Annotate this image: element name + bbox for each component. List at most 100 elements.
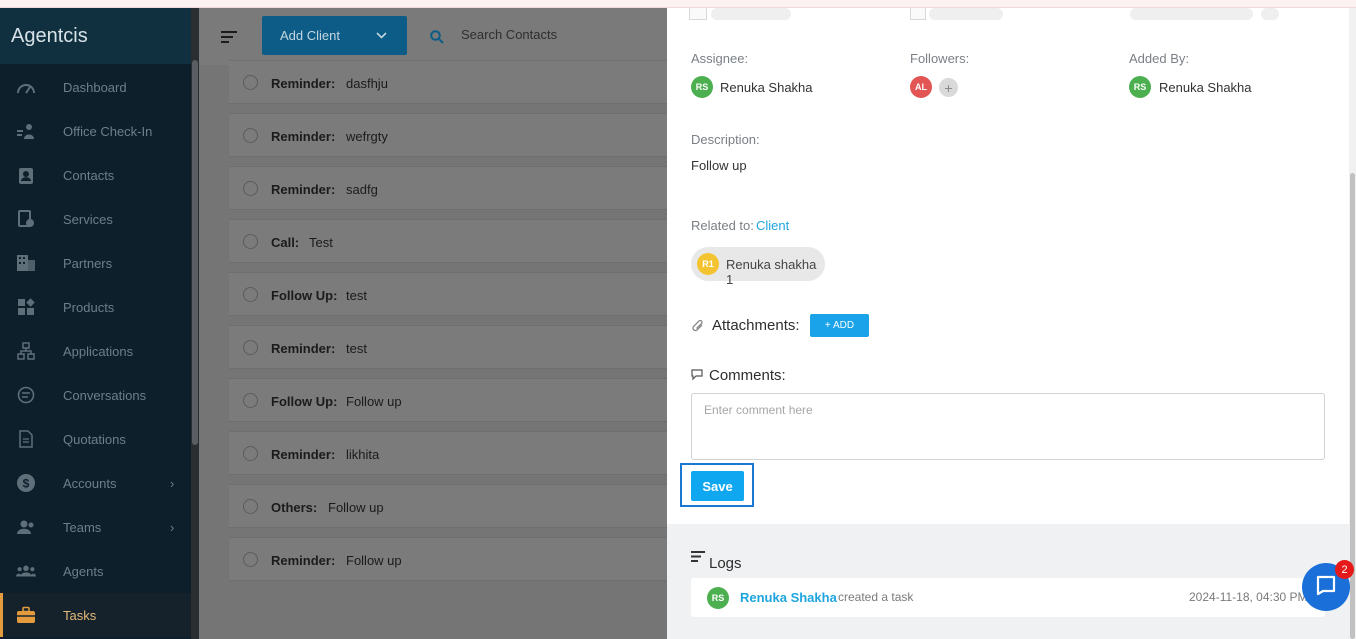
task-type: Reminder: <box>271 129 336 144</box>
svg-text:$: $ <box>23 477 30 491</box>
task-complete-radio[interactable] <box>243 499 258 514</box>
task-title: likhita <box>346 447 380 462</box>
logs-label: Logs <box>709 555 742 572</box>
add-attachment-button[interactable]: + ADD <box>810 314 869 337</box>
task-type: Reminder: <box>271 341 336 356</box>
sidebar-item-label: Applications <box>63 343 134 359</box>
cutoff-checkbox[interactable] <box>689 8 707 20</box>
task-type: Reminder: <box>271 447 336 462</box>
log-user-link[interactable]: Renuka Shakha <box>740 590 837 605</box>
sidebar-item-products[interactable]: Products <box>0 285 191 329</box>
task-title: wefrgty <box>346 129 388 144</box>
task-complete-radio[interactable] <box>243 234 258 249</box>
task-row[interactable]: Call: Test <box>229 219 667 263</box>
sidebar-item-agents[interactable]: Agents <box>0 549 191 593</box>
add-client-button[interactable]: Add Client <box>262 16 407 55</box>
avatar: RS <box>691 76 713 98</box>
avatar: RS <box>707 587 729 609</box>
services-icon <box>16 209 36 229</box>
sidebar-item-partners[interactable]: Partners <box>0 241 191 285</box>
description-label: Description: <box>691 132 760 147</box>
search-icon[interactable] <box>430 30 444 49</box>
agents-icon <box>16 561 36 581</box>
sidebar-item-label: Dashboard <box>63 79 127 95</box>
brand-logo[interactable]: Agentcis <box>0 8 191 64</box>
quotations-icon <box>16 429 36 449</box>
logs-section: Logs RS Renuka Shakha created a task 202… <box>667 524 1349 639</box>
task-complete-radio[interactable] <box>243 552 258 567</box>
search-contacts-input[interactable] <box>461 27 651 42</box>
sidebar-item-label: Teams <box>63 519 102 535</box>
chevron-down-icon[interactable] <box>376 28 387 42</box>
task-type: Reminder: <box>271 553 336 568</box>
top-header: Add Client <box>199 8 667 65</box>
sidebar-item-tasks[interactable]: Tasks <box>0 593 191 637</box>
accounts-icon: $ <box>16 473 36 493</box>
applications-icon <box>16 341 36 361</box>
task-list-area: Add Client Reminder: dasfhju Reminder: w… <box>199 8 667 639</box>
comment-input[interactable] <box>691 393 1325 460</box>
avatar: R1 <box>697 253 719 275</box>
sidebar-item-office-check-in[interactable]: Office Check-In <box>0 109 191 153</box>
chat-unread-badge: 2 <box>1335 560 1354 579</box>
task-title: Follow up <box>328 500 384 515</box>
sidebar-item-label: Contacts <box>63 167 115 183</box>
sidebar-item-accounts[interactable]: $ Accounts › <box>0 461 191 505</box>
task-detail-panel: Assignee: RS Renuka Shakha Followers: AL… <box>667 8 1349 639</box>
sidebar-item-dashboard[interactable]: Dashboard <box>0 65 191 109</box>
avatar[interactable]: AL <box>910 76 932 98</box>
add-follower-button[interactable]: + <box>939 78 958 97</box>
cutoff-field <box>1261 8 1279 20</box>
task-complete-radio[interactable] <box>243 446 258 461</box>
sidebar-scrollbar-thumb[interactable] <box>192 60 198 445</box>
sidebar-item-services[interactable]: Services <box>0 197 191 241</box>
tasks-icon <box>16 605 36 625</box>
added-by-label: Added By: <box>1129 51 1189 66</box>
task-complete-radio[interactable] <box>243 128 258 143</box>
sidebar-item-label: Conversations <box>63 387 147 403</box>
task-row[interactable]: Reminder: Follow up <box>229 537 667 581</box>
task-row[interactable]: Reminder: sadfg <box>229 166 667 210</box>
task-row[interactable]: Reminder: likhita <box>229 431 667 475</box>
save-button[interactable]: Save <box>691 471 744 501</box>
sidebar-item-quotations[interactable]: Quotations <box>0 417 191 461</box>
task-row[interactable]: Reminder: dasfhju <box>229 60 667 104</box>
related-client-chip[interactable]: R1 Renuka shakha 1 <box>691 247 825 287</box>
panel-scrollbar[interactable] <box>1349 8 1356 639</box>
comment-icon <box>691 368 705 386</box>
partners-icon <box>16 253 36 273</box>
sidebar-item-label: Accounts <box>63 475 117 491</box>
task-row[interactable]: Follow Up: Follow up <box>229 378 667 422</box>
added-by-name: Renuka Shakha <box>1159 80 1252 95</box>
menu-icon[interactable] <box>221 30 237 44</box>
task-title: test <box>346 288 367 303</box>
task-type: Follow Up: <box>271 288 338 303</box>
task-row[interactable]: Reminder: test <box>229 325 667 369</box>
cutoff-field <box>929 8 1003 20</box>
sidebar-item-label: Partners <box>63 255 113 271</box>
cutoff-field <box>711 8 791 20</box>
sidebar-item-conversations[interactable]: Conversations <box>0 373 191 417</box>
sidebar-item-teams[interactable]: Teams › <box>0 505 191 549</box>
contacts-icon <box>16 165 36 185</box>
task-complete-radio[interactable] <box>243 287 258 302</box>
task-complete-radio[interactable] <box>243 340 258 355</box>
task-complete-radio[interactable] <box>243 393 258 408</box>
related-client-name: Renuka shakha 1 <box>726 257 817 287</box>
cutoff-checkbox[interactable] <box>910 8 926 20</box>
paperclip-icon <box>691 319 705 338</box>
task-complete-radio[interactable] <box>243 181 258 196</box>
followers-label: Followers: <box>910 51 970 66</box>
task-complete-radio[interactable] <box>243 75 258 90</box>
attachments-label: Attachments: <box>712 317 800 334</box>
task-type: Reminder: <box>271 76 336 91</box>
task-title: test <box>346 341 367 356</box>
task-row[interactable]: Follow Up: test <box>229 272 667 316</box>
sidebar-item-applications[interactable]: Applications <box>0 329 191 373</box>
cutoff-field <box>1130 8 1253 20</box>
task-row[interactable]: Reminder: wefrgty <box>229 113 667 157</box>
sidebar-item-label: Tasks <box>63 607 97 623</box>
sidebar-item-contacts[interactable]: Contacts <box>0 153 191 197</box>
related-type-link[interactable]: Client <box>756 218 789 233</box>
task-row[interactable]: Others: Follow up <box>229 484 667 528</box>
